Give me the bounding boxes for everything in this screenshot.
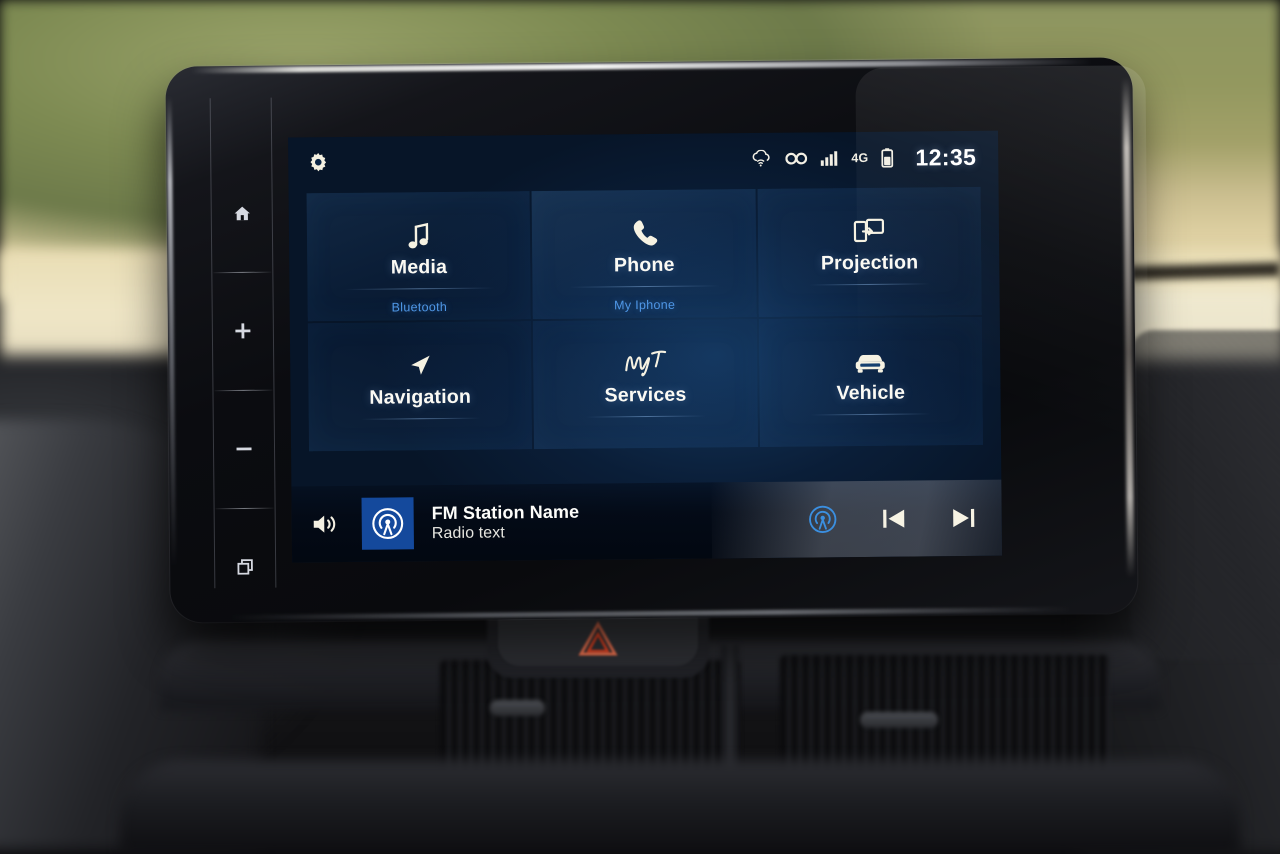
now-playing-info: FM Station Name Radio text: [432, 500, 580, 544]
tile-title: Projection: [820, 251, 919, 275]
hazard-warning-button[interactable]: [498, 612, 698, 666]
volume-speaker-icon: [313, 515, 336, 533]
tile-divider: [360, 417, 481, 420]
touchscreen-display[interactable]: 4G 12:35 Media Bluetooth Phone My Iphone…: [288, 130, 1003, 563]
tile-title: Navigation: [369, 385, 472, 409]
next-track-icon: [953, 508, 975, 528]
tile-subtitle: Bluetooth: [391, 299, 448, 315]
tile-divider: [344, 287, 495, 290]
now-playing-bar: FM Station Name Radio text: [291, 479, 1003, 563]
status-indicators: 4G 12:35: [750, 143, 976, 172]
tile-title: Vehicle: [836, 381, 906, 405]
bezel-volume-up-button[interactable]: [211, 272, 274, 391]
air-vent-knob-right: [860, 712, 938, 728]
bezel-home-button[interactable]: [210, 154, 273, 273]
audio-source-tile[interactable]: [361, 497, 414, 550]
clock: 12:35: [915, 143, 977, 170]
infotainment-head-unit: 4G 12:35 Media Bluetooth Phone My Iphone…: [165, 57, 1151, 623]
tile-services[interactable]: Services: [533, 318, 758, 450]
air-vent-knob-left: [490, 700, 545, 716]
apps-windows-icon: [237, 559, 253, 575]
bezel-volume-down-button[interactable]: [212, 390, 275, 509]
navigation-arrow-icon: [405, 338, 435, 380]
playback-controls: [808, 503, 978, 535]
tile-media[interactable]: Media Bluetooth: [306, 191, 532, 322]
track-subtitle: Radio text: [431, 524, 505, 543]
tile-divider: [569, 285, 720, 288]
home-icon: [234, 206, 250, 220]
radio-broadcast-icon: [372, 508, 404, 539]
previous-track-icon: [883, 509, 905, 528]
car-front-icon: [853, 334, 887, 376]
next-track-button[interactable]: [950, 504, 978, 532]
tile-phone[interactable]: Phone My Iphone: [531, 188, 757, 320]
tile-title: Services: [604, 383, 687, 407]
battery-icon: [881, 148, 894, 168]
plus-icon: [235, 323, 251, 339]
minus-icon: [236, 447, 252, 451]
tile-navigation[interactable]: Navigation: [307, 321, 533, 452]
volume-button[interactable]: [312, 512, 340, 536]
car-interior-scene: 4G 12:35 Media Bluetooth Phone My Iphone…: [0, 0, 1280, 854]
home-tile-grid: Media Bluetooth Phone My Iphone Projecti…: [306, 186, 984, 452]
gear-icon: [310, 152, 327, 172]
tile-projection[interactable]: Projection: [757, 186, 982, 317]
status-bar: 4G 12:35: [288, 131, 998, 190]
phone-handset-icon: [630, 206, 658, 248]
signal-bars-icon: [820, 150, 838, 166]
tile-vehicle[interactable]: Vehicle: [758, 316, 984, 447]
tile-divider: [809, 283, 930, 286]
tile-divider: [811, 413, 932, 416]
bluetooth-icon: [785, 151, 808, 165]
tile-title: Phone: [613, 253, 675, 277]
screen-mirror-icon: [853, 204, 885, 246]
myt-logo-icon: [622, 336, 668, 378]
tile-subtitle: My Iphone: [614, 297, 676, 313]
bezel-apps-button[interactable]: [214, 508, 277, 627]
previous-track-button[interactable]: [880, 505, 908, 533]
track-title: FM Station Name: [431, 501, 580, 523]
tile-divider: [585, 415, 706, 418]
cloud-wifi-icon: [750, 149, 772, 168]
lower-console-trim: [120, 760, 1240, 854]
network-type-label: 4G: [851, 150, 869, 166]
hazard-triangle-icon: [578, 621, 618, 656]
music-note-icon: [405, 208, 431, 250]
settings-button[interactable]: [306, 151, 330, 175]
tile-title: Media: [390, 255, 448, 279]
radio-source-icon[interactable]: [808, 504, 838, 534]
bezel-right-chrome: [1122, 77, 1135, 578]
dashboard-texture-trim: [1130, 330, 1280, 660]
